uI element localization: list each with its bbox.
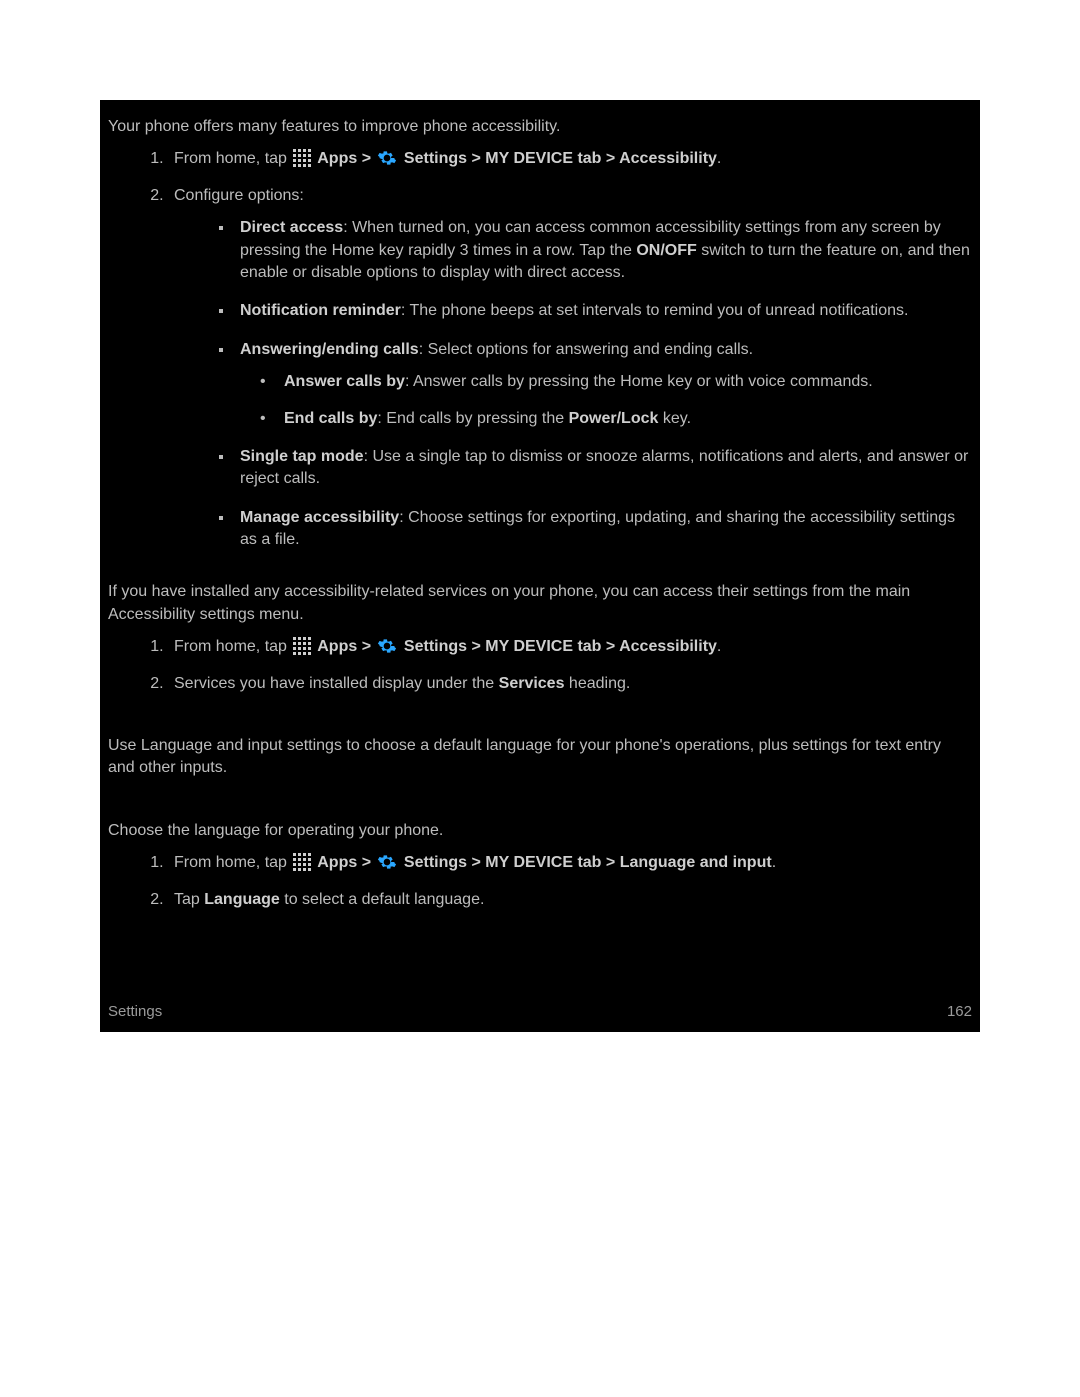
lang-step2-b: to select a default language. <box>280 891 485 908</box>
sep: > <box>357 854 375 871</box>
single-tap-label: Single tap mode <box>240 448 364 465</box>
end-calls-by-label: End calls by <box>284 410 377 427</box>
accessibility-label: Accessibility <box>619 638 717 655</box>
period: . <box>772 854 776 871</box>
configure-options-text: Configure options: <box>174 187 304 204</box>
direct-access-label: Direct access <box>240 219 343 236</box>
list-item: Direct access: When turned on, you can a… <box>234 217 972 284</box>
settings-icon <box>377 148 397 168</box>
list-item: Tap Language to select a default languag… <box>168 889 972 911</box>
list-item: Manage accessibility: Choose settings fo… <box>234 507 972 552</box>
services-step2-b: heading. <box>564 675 630 692</box>
intro-text: Your phone offers many features to impro… <box>108 116 972 138</box>
mydevice-tab: > MY DEVICE tab > <box>467 150 619 167</box>
list-item: Single tap mode: Use a single tap to dis… <box>234 446 972 491</box>
mydevice-tab: > MY DEVICE tab > <box>467 638 619 655</box>
list-item: Notification reminder: The phone beeps a… <box>234 300 972 322</box>
apps-label: Apps <box>313 854 357 871</box>
settings-label: Settings <box>399 854 467 871</box>
page-number: 162 <box>947 1001 972 1022</box>
from-home-text: From home, tap <box>174 150 287 167</box>
document-page: Your phone offers many features to impro… <box>100 100 980 1032</box>
sep: > <box>357 150 375 167</box>
services-intro-text: If you have installed any accessibility-… <box>108 581 972 626</box>
language-steps: From home, tap Apps > Settings > MY DEVI… <box>148 852 972 911</box>
list-item: From home, tap Apps > Settings > MY DEVI… <box>168 852 972 874</box>
language-subhead: Choose the language for operating your p… <box>108 820 972 842</box>
configure-options-list: Direct access: When turned on, you can a… <box>214 217 972 551</box>
footer-section: Settings <box>108 1001 162 1022</box>
answering-ending-text: : Select options for answering and endin… <box>419 341 753 358</box>
list-item: End calls by: End calls by pressing the … <box>260 408 972 430</box>
list-item: Configure options: Direct access: When t… <box>168 185 972 552</box>
period: . <box>717 150 721 167</box>
notification-reminder-text: : The phone beeps at set intervals to re… <box>401 302 909 319</box>
sep: > <box>357 638 375 655</box>
list-item: Services you have installed display unde… <box>168 673 972 695</box>
services-steps: From home, tap Apps > Settings > MY DEVI… <box>148 636 972 695</box>
language-intro-text: Use Language and input settings to choos… <box>108 735 972 780</box>
lang-step2-a: Tap <box>174 891 204 908</box>
answer-calls-by-text: : Answer calls by pressing the Home key … <box>405 373 873 390</box>
from-home-text: From home, tap <box>174 638 287 655</box>
end-calls-by-text-1: : End calls by pressing the <box>377 410 568 427</box>
list-item: Answering/ending calls: Select options f… <box>234 339 972 430</box>
settings-icon <box>377 852 397 872</box>
period: . <box>717 638 721 655</box>
language-input-label: Language and input <box>620 854 772 871</box>
answer-calls-by-label: Answer calls by <box>284 373 405 390</box>
from-home-text: From home, tap <box>174 854 287 871</box>
settings-label: Settings <box>399 638 467 655</box>
apps-icon <box>293 637 311 655</box>
apps-icon <box>293 149 311 167</box>
manage-accessibility-label: Manage accessibility <box>240 509 399 526</box>
apps-icon <box>293 853 311 871</box>
powerlock-label: Power/Lock <box>569 410 659 427</box>
language-word: Language <box>204 891 280 908</box>
mydevice-tab: > MY DEVICE tab > <box>467 854 620 871</box>
services-step2-a: Services you have installed display unde… <box>174 675 499 692</box>
settings-icon <box>377 636 397 656</box>
page-content: Your phone offers many features to impro… <box>100 116 980 911</box>
list-item: From home, tap Apps > Settings > MY DEVI… <box>168 148 972 170</box>
services-word: Services <box>499 675 565 692</box>
settings-label: Settings <box>399 150 467 167</box>
apps-label: Apps <box>313 638 357 655</box>
end-calls-by-text-2: key. <box>658 410 691 427</box>
answer-end-sublist: Answer calls by: Answer calls by pressin… <box>260 371 972 430</box>
list-item: Answer calls by: Answer calls by pressin… <box>260 371 972 393</box>
notification-reminder-label: Notification reminder <box>240 302 401 319</box>
onoff-label: ON/OFF <box>636 242 696 259</box>
accessibility-steps: From home, tap Apps > Settings > MY DEVI… <box>148 148 972 551</box>
list-item: From home, tap Apps > Settings > MY DEVI… <box>168 636 972 658</box>
apps-label: Apps <box>313 150 357 167</box>
accessibility-label: Accessibility <box>619 150 717 167</box>
page-footer: Settings 162 <box>100 1001 980 1022</box>
answering-ending-label: Answering/ending calls <box>240 341 419 358</box>
